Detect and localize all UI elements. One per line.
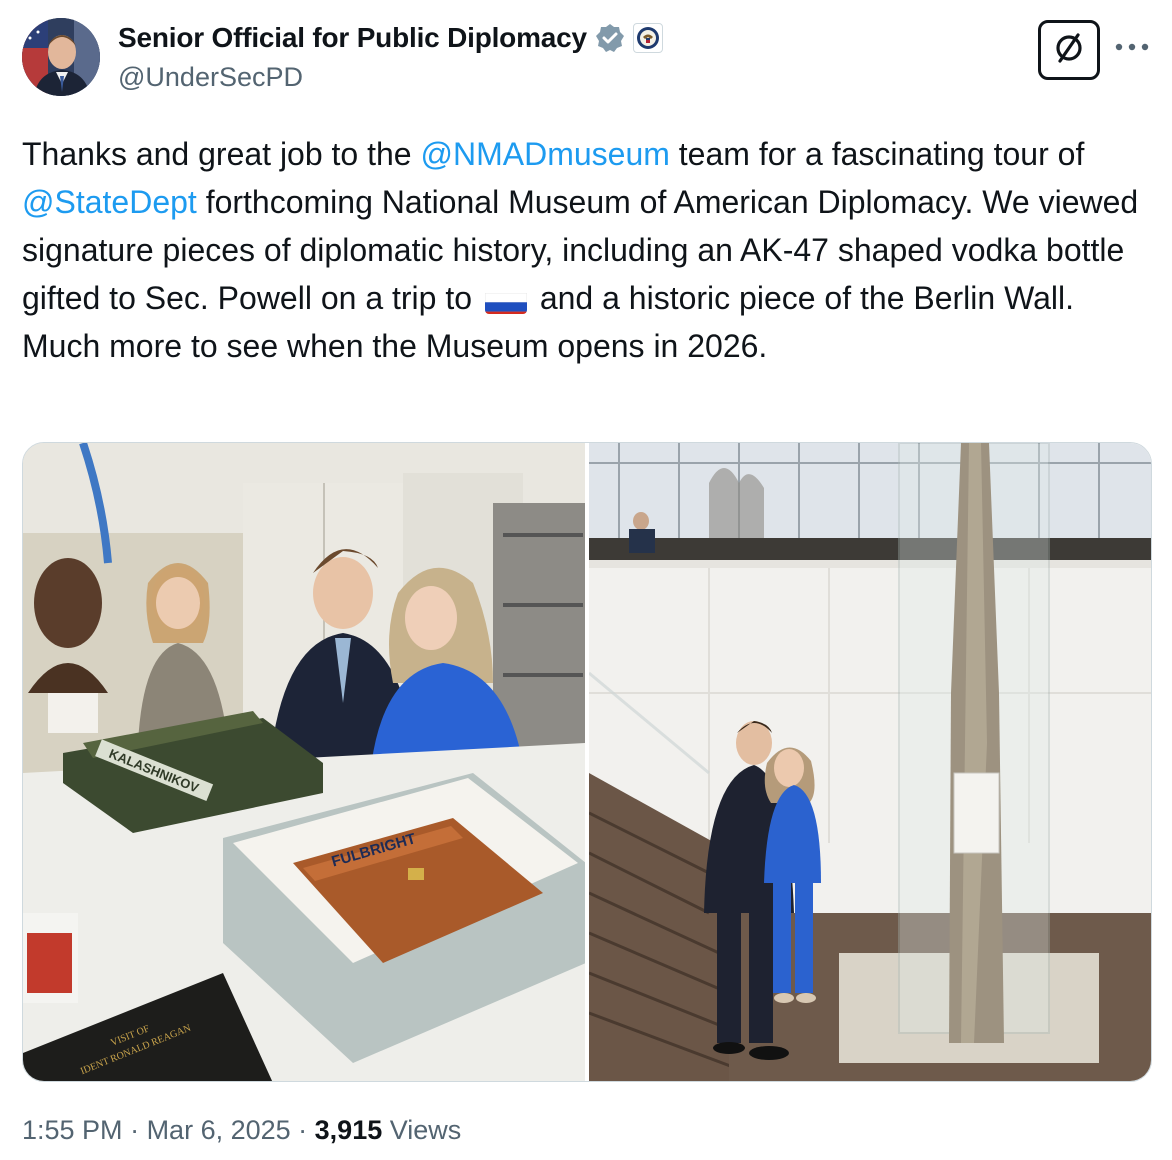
tweet-header: Senior Official for Public Diplomacy @Un… (22, 18, 1152, 100)
mention-nmadmuseum[interactable]: @NMADmuseum (420, 136, 669, 172)
grok-button[interactable] (1038, 20, 1100, 80)
views-label: Views (382, 1115, 462, 1145)
tweet-text-part: team for a fascinating tour of (669, 136, 1085, 172)
mention-statedept[interactable]: @StateDept (22, 184, 197, 220)
tweet-media: KALASHNIKOV FULBRIGHT VISIT OF IDENT RON… (22, 442, 1152, 1082)
tweet-text: Thanks and great job to the @NMADmuseum … (22, 130, 1150, 370)
author-names: Senior Official for Public Diplomacy @Un… (118, 20, 663, 93)
author-display-name[interactable]: Senior Official for Public Diplomacy (118, 22, 587, 54)
more-options-button[interactable] (1112, 32, 1152, 62)
russia-flag-icon (484, 286, 527, 314)
tweet-meta: 1:55 PM · Mar 6, 2025 · 3,915 Views (22, 1115, 461, 1146)
grok-icon (1051, 30, 1087, 71)
avatar[interactable] (22, 18, 100, 96)
tweet-date[interactable]: Mar 6, 2025 (147, 1115, 291, 1145)
author-handle[interactable]: @UnderSecPD (118, 62, 663, 93)
tweet-time[interactable]: 1:55 PM (22, 1115, 123, 1145)
photo-museum-collection[interactable]: KALASHNIKOV FULBRIGHT VISIT OF IDENT RON… (23, 443, 585, 1081)
views-count[interactable]: 3,915 (315, 1115, 383, 1145)
tweet-text-part: Thanks and great job to the (22, 136, 421, 172)
meta-separator: · (122, 1115, 147, 1145)
photo-berlin-wall-image (589, 443, 1151, 1081)
photo-berlin-wall[interactable] (589, 443, 1151, 1081)
verified-badge-icon[interactable] (595, 23, 625, 53)
photo-museum-collection-image: KALASHNIKOV FULBRIGHT VISIT OF IDENT RON… (23, 443, 585, 1081)
meta-separator: · (290, 1115, 315, 1145)
department-of-state-seal-icon[interactable] (632, 23, 663, 53)
more-options-icon (1115, 38, 1149, 56)
